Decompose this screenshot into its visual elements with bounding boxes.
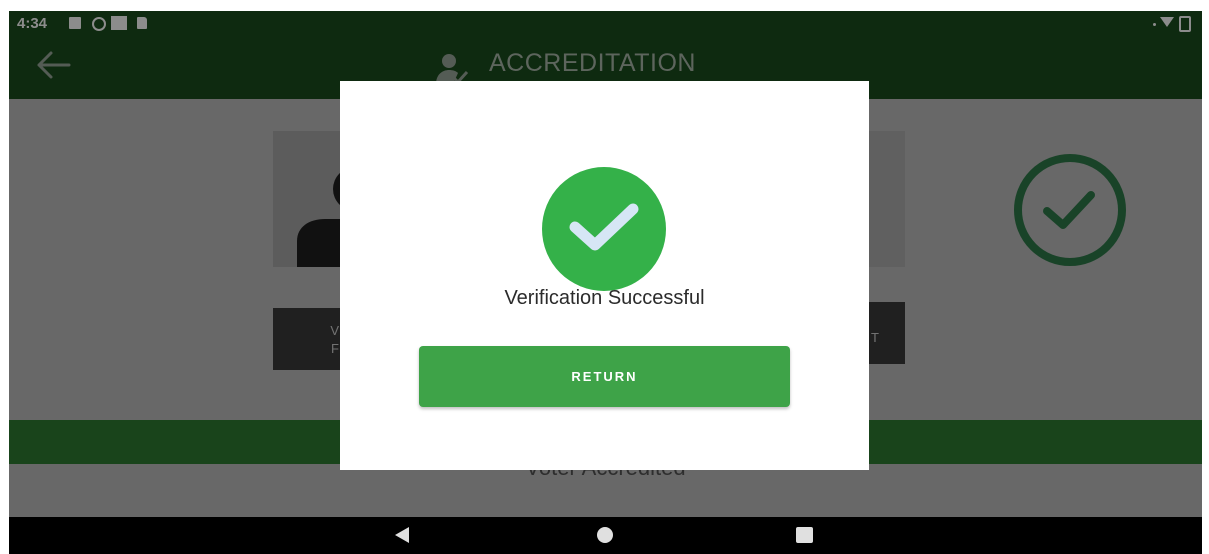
checkmark-icon [569, 203, 639, 251]
verification-dialog: Verification Successful RETURN [340, 81, 869, 470]
system-nav-bar [9, 517, 1202, 554]
return-button[interactable]: RETURN [419, 346, 790, 407]
device-screen: 4:34 ACCREDITATION V F T Verification Su… [9, 11, 1202, 554]
nav-back-icon[interactable] [395, 527, 409, 543]
nav-home-icon[interactable] [597, 527, 613, 543]
dialog-message: Verification Successful [504, 287, 705, 309]
nav-recents-icon[interactable] [796, 527, 813, 543]
success-check-icon [542, 167, 666, 291]
